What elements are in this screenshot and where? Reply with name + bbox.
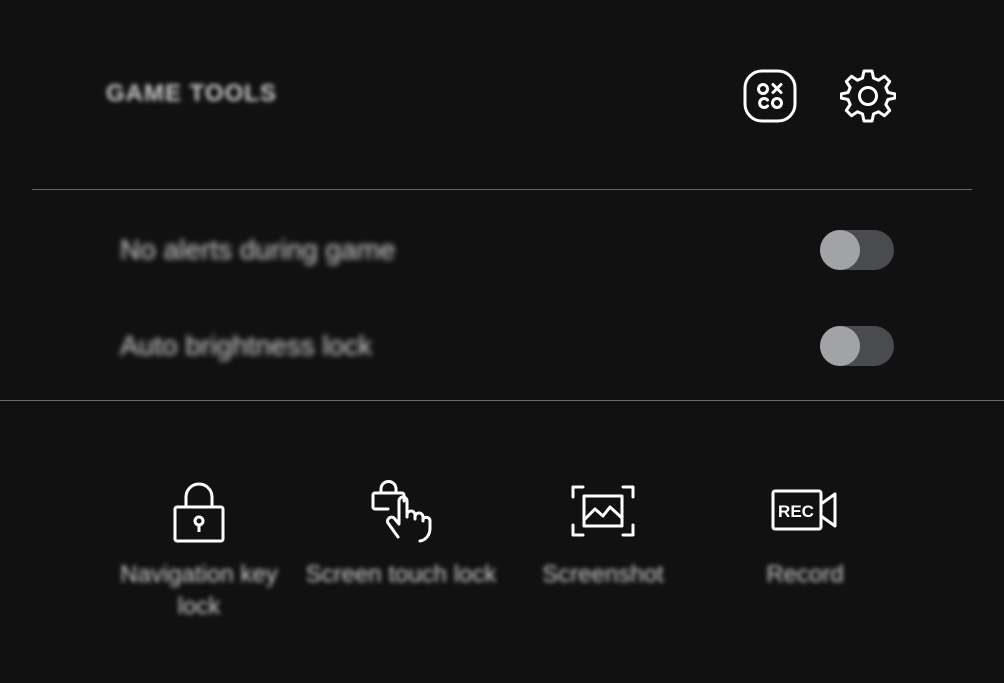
tool-screenshot[interactable]: Screenshot <box>503 475 703 635</box>
tool-icon-wrap: REC <box>705 475 905 547</box>
tool-label: Screenshot <box>542 561 664 588</box>
toggle-knob <box>820 326 860 366</box>
toggle-row-no-alerts[interactable]: No alerts during game <box>120 222 900 278</box>
tool-icon-wrap <box>301 475 501 547</box>
tool-label: Navigation key lock <box>120 561 278 620</box>
toggle-knob <box>820 230 860 270</box>
tool-label: Screen touch lock <box>305 561 497 588</box>
rec-text: REC <box>778 502 814 521</box>
tool-label: Record <box>766 561 844 588</box>
tool-navigation-key-lock[interactable]: Navigation key lock <box>99 475 299 635</box>
tool-screen-touch-lock[interactable]: Screen touch lock <box>301 475 501 635</box>
touch-lock-icon <box>371 480 432 543</box>
game-tools-panel: GAME TOOLS No alerts during game Auto br… <box>0 0 1004 683</box>
tool-record[interactable]: REC Record <box>705 475 905 635</box>
section-divider <box>0 400 1004 401</box>
game-launcher-icon[interactable] <box>742 68 798 124</box>
record-icon: REC <box>771 489 837 531</box>
screenshot-icon <box>571 485 635 537</box>
toggle-label: Auto brightness lock <box>120 330 373 361</box>
settings-gear-icon[interactable] <box>840 68 896 124</box>
padlock-icon <box>173 482 225 543</box>
header-divider <box>32 189 972 190</box>
toggle-label: No alerts during game <box>120 234 396 265</box>
no-alerts-toggle[interactable] <box>820 230 894 270</box>
tool-icon-wrap <box>503 475 703 547</box>
auto-brightness-toggle[interactable] <box>820 326 894 366</box>
panel-title: GAME TOOLS <box>106 80 277 107</box>
tool-icon-wrap <box>99 475 299 547</box>
toggle-row-auto-brightness[interactable]: Auto brightness lock <box>120 318 900 374</box>
